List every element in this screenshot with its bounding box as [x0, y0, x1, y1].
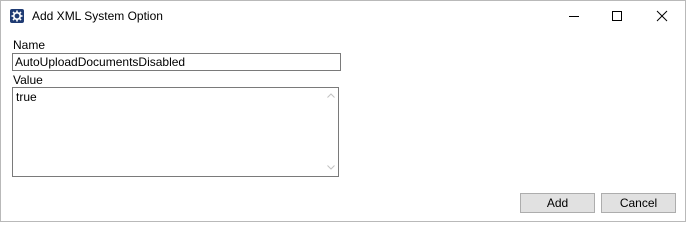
minimize-icon [569, 16, 579, 17]
dialog-window: Add XML System Option Name AutoUploadDoc… [0, 0, 686, 222]
name-label: Name [13, 38, 46, 52]
value-text: true [16, 90, 37, 104]
cancel-button[interactable]: Cancel [601, 193, 676, 213]
scroll-down-arrow-icon[interactable] [327, 165, 335, 170]
close-button[interactable] [639, 1, 685, 31]
maximize-button[interactable] [594, 1, 640, 31]
maximize-icon [612, 11, 622, 21]
minimize-button[interactable] [551, 1, 597, 31]
scroll-up-arrow-icon[interactable] [327, 93, 335, 98]
add-button[interactable]: Add [520, 193, 595, 213]
value-scrollbar[interactable] [324, 88, 338, 176]
name-field[interactable]: AutoUploadDocumentsDisabled [12, 53, 341, 71]
value-label: Value [13, 73, 43, 87]
title-bar[interactable]: Add XML System Option [1, 1, 685, 31]
gear-icon [10, 9, 24, 23]
close-icon [656, 10, 668, 22]
window-title: Add XML System Option [32, 9, 163, 23]
value-textarea[interactable]: true [12, 87, 339, 177]
